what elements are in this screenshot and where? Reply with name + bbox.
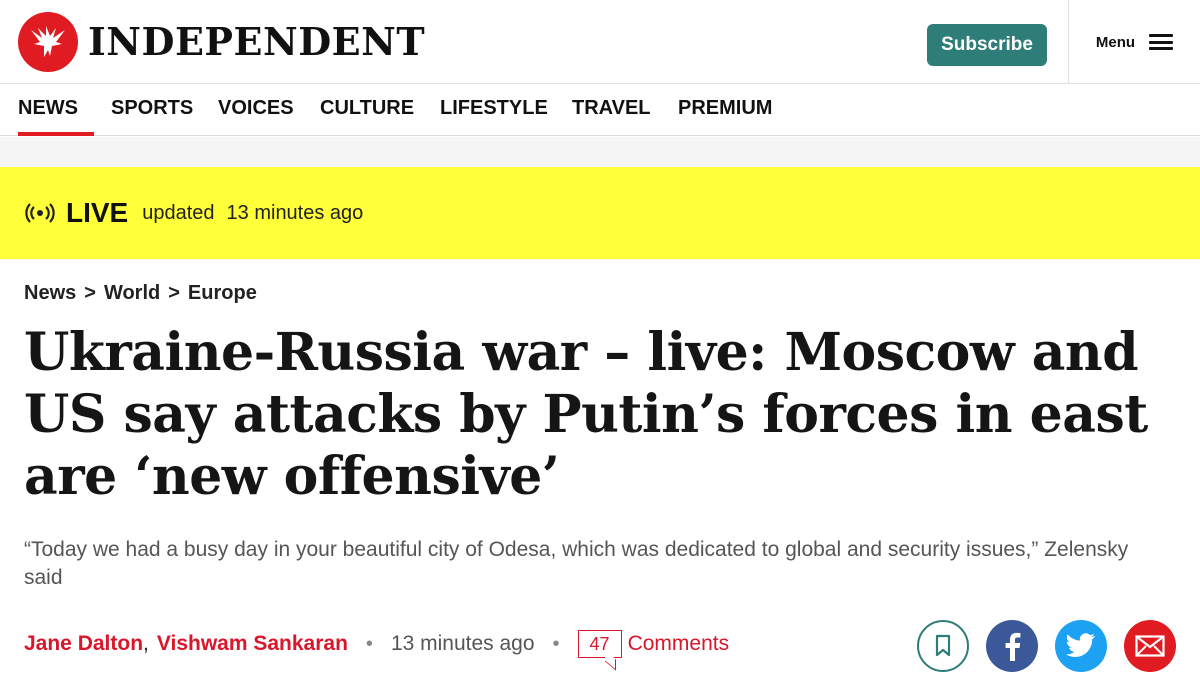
broadcast-icon <box>25 203 55 223</box>
nav-item-premium[interactable]: PREMIUM <box>678 84 772 136</box>
email-share-button[interactable] <box>1124 620 1176 672</box>
site-logo[interactable]: INDEPENDENT <box>18 12 425 72</box>
bookmark-icon <box>935 634 951 657</box>
spacer-strip <box>0 137 1200 167</box>
comments-label: Comments <box>627 632 730 655</box>
breadcrumb-separator: > <box>84 282 96 304</box>
article-standfirst: “Today we had a busy day in your beautif… <box>24 538 1129 589</box>
hamburger-icon <box>1149 34 1174 50</box>
comments-link[interactable]: 47 Comments <box>577 630 730 658</box>
nav-item-culture[interactable]: CULTURE <box>320 84 414 136</box>
live-label: LIVE <box>66 197 129 228</box>
article-time: 13 minutes ago <box>390 632 535 655</box>
site-header: INDEPENDENT Subscribe Menu <box>0 0 1200 84</box>
breadcrumb-news[interactable]: News <box>24 282 76 305</box>
section-nav: NEWS SPORTS VOICES CULTURE LIFESTYLE TRA… <box>0 84 1200 136</box>
twitter-icon <box>1066 633 1096 658</box>
nav-item-voices[interactable]: VOICES <box>218 84 294 136</box>
article-byline: Jane Dalton , Vishwam Sankaran • 13 minu… <box>24 628 729 660</box>
author-separator: , <box>143 632 149 655</box>
byline-bullet: • <box>365 632 373 655</box>
subscribe-button[interactable]: Subscribe <box>927 24 1047 66</box>
brand-wordmark: INDEPENDENT <box>88 19 426 64</box>
breadcrumb-separator: > <box>168 282 180 304</box>
live-banner: LIVE updated 13 minutes ago <box>0 167 1200 259</box>
facebook-icon <box>1005 632 1021 661</box>
article-headline: Ukraine-Russia war – live: Moscow and US… <box>24 322 1148 507</box>
nav-item-news[interactable]: NEWS <box>18 84 94 136</box>
email-icon <box>1135 635 1165 657</box>
nav-item-travel[interactable]: TRAVEL <box>572 84 651 136</box>
menu-label: Menu <box>1095 33 1136 51</box>
menu-button[interactable]: Menu <box>1068 0 1200 84</box>
nav-item-lifestyle[interactable]: LIFESTYLE <box>440 84 548 136</box>
live-updated-label: updated <box>142 201 215 224</box>
comment-count-badge: 47 <box>577 630 622 658</box>
facebook-share-button[interactable] <box>986 620 1038 672</box>
bookmark-button[interactable] <box>917 620 969 672</box>
byline-bullet: • <box>552 632 560 655</box>
breadcrumb-world[interactable]: World <box>104 282 160 305</box>
nav-item-sports[interactable]: SPORTS <box>111 84 193 136</box>
author-link[interactable]: Vishwam Sankaran <box>157 632 348 656</box>
author-link[interactable]: Jane Dalton <box>24 632 143 656</box>
breadcrumb: News > World > Europe <box>24 282 257 305</box>
breadcrumb-europe[interactable]: Europe <box>188 282 257 305</box>
twitter-share-button[interactable] <box>1055 620 1107 672</box>
eagle-icon <box>18 12 78 72</box>
live-updated-time: 13 minutes ago <box>226 201 364 224</box>
